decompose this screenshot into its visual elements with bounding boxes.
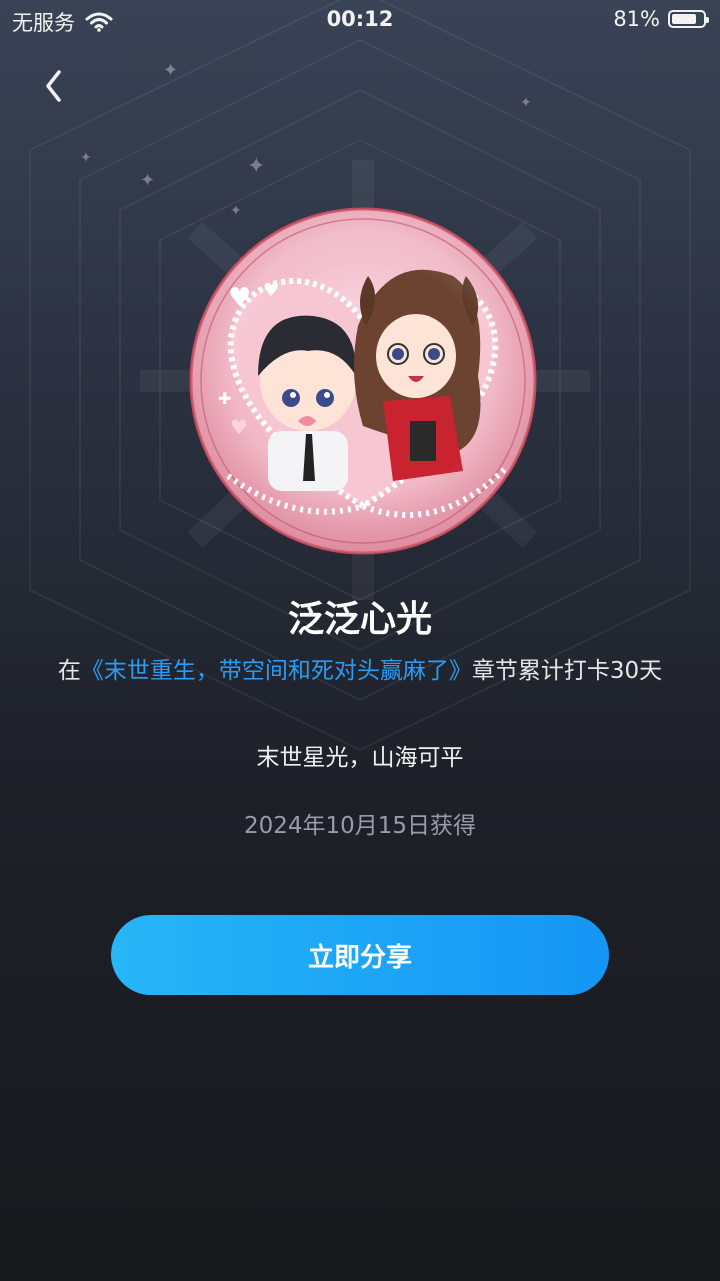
share-button-label: 立即分享 <box>307 942 412 973</box>
battery-percent: 81% <box>613 7 660 31</box>
obtained-date: 2024年10月15日获得 <box>243 813 477 839</box>
book-title-link[interactable]: 《末世重生，带空间和死对头赢麻了》 <box>81 658 472 684</box>
sparkle-icon: ✦ <box>140 170 156 191</box>
badge-motto: 末世星光，山海可平 <box>256 745 464 771</box>
badge-medal-image: ♥ ♥ ♥ ✚ <box>189 207 537 555</box>
sparkle-icon: ✦ <box>80 150 92 166</box>
status-bar: 无服务 00:12 81% <box>0 0 720 40</box>
battery-level <box>672 14 696 24</box>
chevron-left-icon <box>46 70 61 102</box>
desc-suffix: 章节累计打卡30天 <box>471 658 663 684</box>
sparkle-icon: ✦ <box>163 60 179 81</box>
battery-icon <box>668 10 709 28</box>
desc-prefix: 在 <box>57 658 81 684</box>
sparkle-icon: ✦ <box>520 95 532 111</box>
badge-description: 在《末世重生，带空间和死对头赢麻了》章节累计打卡30天 <box>50 652 670 690</box>
back-button[interactable] <box>30 62 80 112</box>
clock: 00:12 <box>326 7 394 31</box>
badge-name: 泛泛心光 <box>287 599 432 640</box>
status-right: 81% <box>613 7 709 31</box>
sparkle-icon: ✦ <box>247 154 266 179</box>
share-button[interactable]: 立即分享 <box>111 915 609 995</box>
